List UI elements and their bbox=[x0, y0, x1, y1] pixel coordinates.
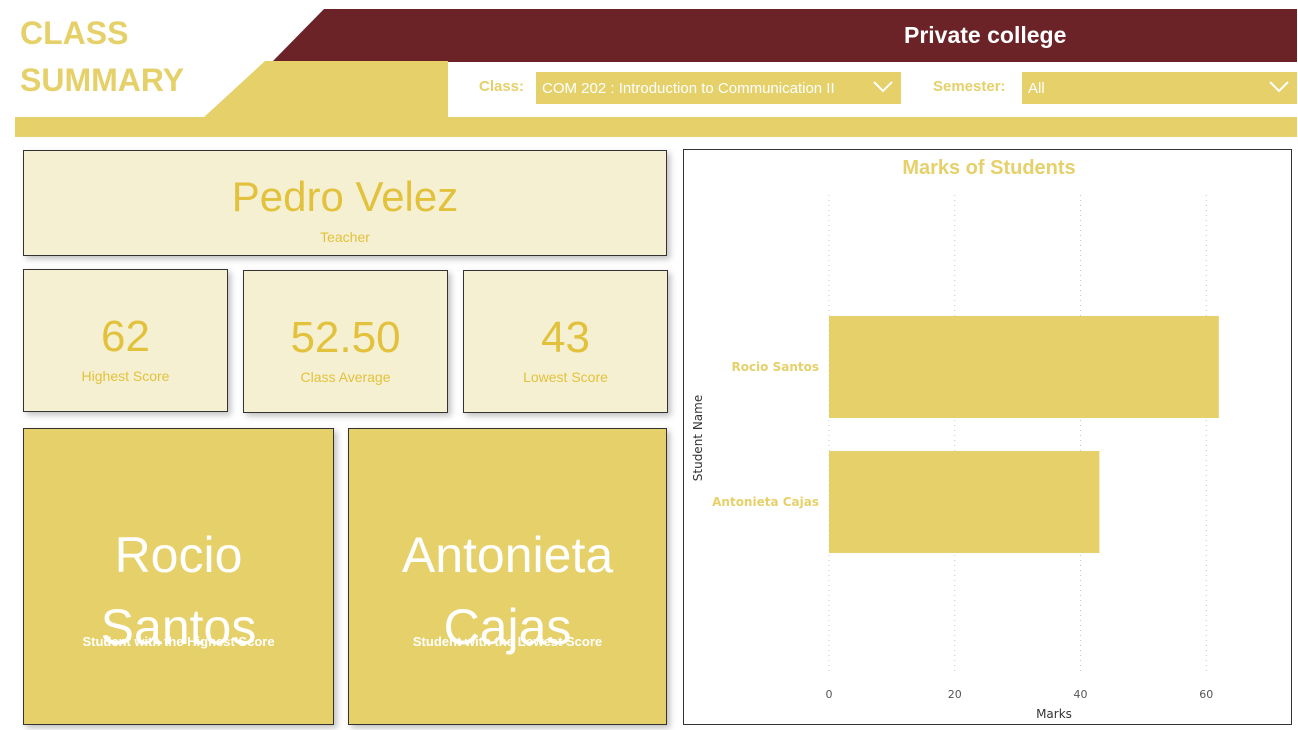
bar bbox=[829, 451, 1100, 553]
chevron-down-icon bbox=[873, 81, 893, 93]
chevron-down-icon bbox=[1269, 81, 1289, 93]
header-accent-shape bbox=[203, 61, 448, 118]
bar bbox=[829, 316, 1219, 418]
marks-chart-panel: Marks of Students 0 20 40 60 Rocio Santos Anto… bbox=[683, 149, 1292, 725]
page-title-line1: CLASS bbox=[20, 15, 129, 51]
highest-score-label: Highest Score bbox=[81, 368, 170, 384]
y-axis-label: Student Name bbox=[691, 395, 705, 481]
college-name: Private college bbox=[904, 22, 1067, 48]
header-banner bbox=[272, 9, 1297, 62]
marks-bar-chart: Marks of Students 0 20 40 60 Rocio Santos Anto… bbox=[691, 157, 1219, 721]
semester-filter-label: Semester: bbox=[933, 78, 1006, 95]
x-tick-label: 0 bbox=[826, 688, 833, 701]
bottom-student-card: Antonieta Cajas Student with the Lowest … bbox=[348, 428, 667, 725]
top-student-name-line2: Santos bbox=[100, 599, 257, 655]
teacher-name: Pedro Velez bbox=[231, 173, 459, 220]
class-average-label: Class Average bbox=[300, 369, 391, 385]
lowest-score-value: 43 bbox=[541, 313, 590, 362]
class-average-card: 52.50 Class Average bbox=[243, 270, 448, 413]
y-category-label: Antonieta Cajas bbox=[712, 495, 819, 509]
lowest-score-card: 43 Lowest Score bbox=[463, 270, 668, 413]
class-average-value: 52.50 bbox=[290, 313, 401, 362]
x-axis-label: Marks bbox=[1036, 707, 1072, 721]
semester-dropdown[interactable]: All bbox=[1022, 72, 1297, 104]
x-tick-label: 60 bbox=[1199, 688, 1213, 701]
semester-dropdown-value: All bbox=[1028, 80, 1045, 97]
bottom-student-name-line1: Antonieta bbox=[401, 527, 614, 583]
teacher-caption: Teacher bbox=[320, 229, 370, 245]
bottom-student-caption: Student with the Lowest Score bbox=[412, 634, 603, 649]
x-tick-label: 40 bbox=[1074, 688, 1088, 701]
y-category-label: Rocio Santos bbox=[731, 360, 819, 374]
top-student-name-line1: Rocio bbox=[114, 527, 243, 583]
page-title: CLASS SUMMARY bbox=[20, 10, 220, 104]
class-dropdown[interactable]: COM 202 : Introduction to Communication … bbox=[536, 72, 901, 104]
class-dropdown-value: COM 202 : Introduction to Communication … bbox=[542, 80, 835, 97]
top-student-card: Rocio Santos Student with the Highest Sc… bbox=[23, 428, 334, 725]
x-tick-label: 20 bbox=[948, 688, 962, 701]
page-title-line2: SUMMARY bbox=[20, 62, 185, 98]
teacher-card: Pedro Velez Teacher bbox=[23, 150, 667, 256]
chart-title: Marks of Students bbox=[902, 157, 1075, 179]
top-student-caption: Student with the Highest Score bbox=[82, 634, 275, 649]
lowest-score-label: Lowest Score bbox=[523, 369, 608, 385]
highest-score-card: 62 Highest Score bbox=[23, 269, 228, 412]
highest-score-value: 62 bbox=[101, 312, 150, 361]
bottom-student-name-line2: Cajas bbox=[443, 599, 572, 655]
class-filter-label: Class: bbox=[479, 78, 525, 95]
header-accent-strip bbox=[15, 117, 1297, 137]
